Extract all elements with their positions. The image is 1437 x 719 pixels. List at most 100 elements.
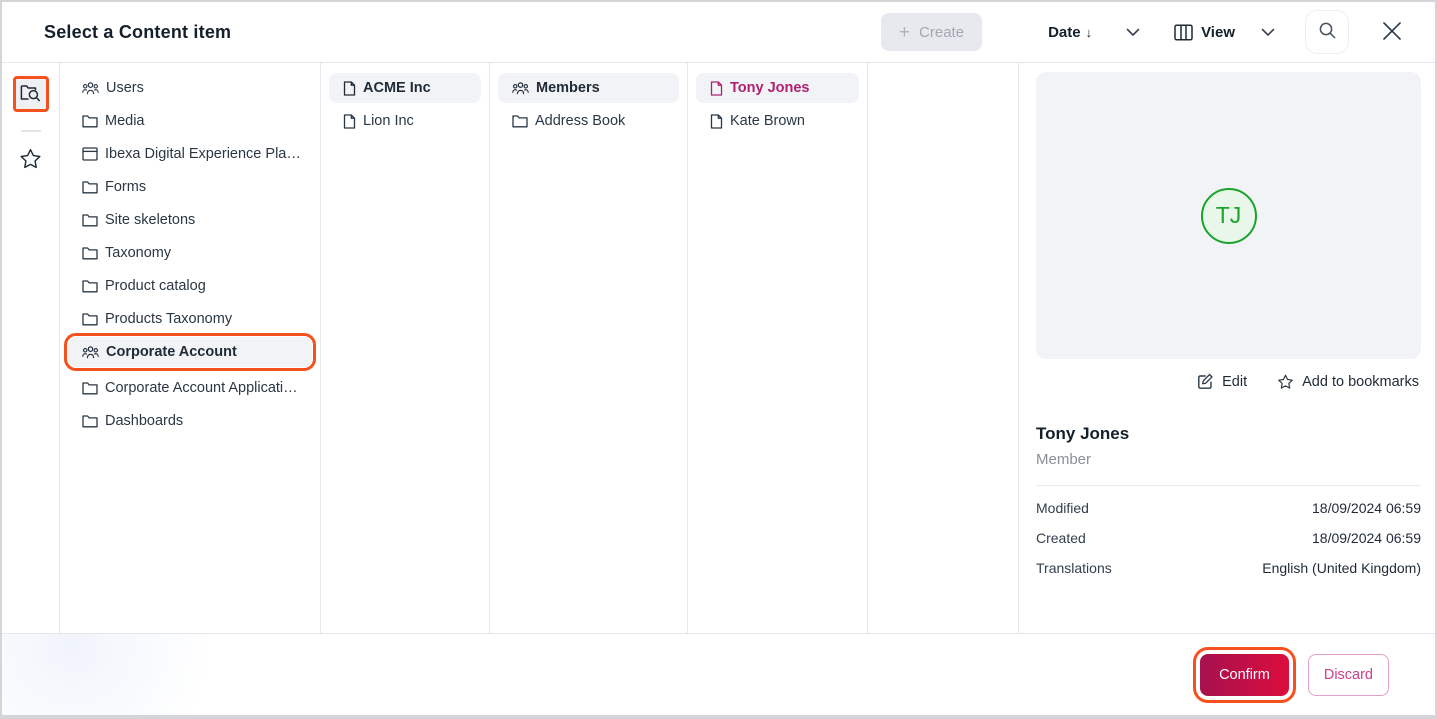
finder-item-label: Forms (105, 179, 146, 195)
preview-panel: TJ Edit Add to bookmarks Tony Jones (1019, 63, 1435, 633)
finder: Users Media Ibexa Digital Experience Platf… (60, 63, 1019, 633)
finder-item-acme-inc[interactable]: ACME Inc (329, 73, 481, 103)
discard-button[interactable]: Discard (1308, 654, 1389, 696)
folder-icon (82, 414, 98, 428)
preview-divider (1036, 485, 1421, 486)
file-icon (343, 114, 356, 129)
finder-column (868, 63, 1019, 633)
finder-item-lion-inc[interactable]: Lion Inc (329, 106, 481, 136)
finder-item-label: Tony Jones (730, 80, 810, 96)
meta-row-translations: TranslationsEnglish (United Kingdom) (1036, 560, 1421, 576)
page-title: Select a Content item (44, 22, 231, 43)
finder-item-site-skeletons[interactable]: Site skeletons (68, 205, 312, 235)
star-icon (1277, 374, 1294, 390)
avatar: TJ (1201, 188, 1257, 244)
modal-header: Select a Content item + Create Date ↓ Vi… (2, 2, 1435, 63)
close-icon (1379, 18, 1405, 47)
plus-icon: + (899, 23, 910, 42)
file-icon (343, 81, 356, 96)
preview-image: TJ (1036, 72, 1421, 359)
create-button-label: Create (919, 24, 964, 41)
finder-item-label: Taxonomy (105, 245, 171, 261)
file-icon (710, 114, 723, 129)
close-button[interactable] (1375, 14, 1409, 51)
finder-item-product-catalog[interactable]: Product catalog (68, 271, 312, 301)
finder-item-dashboards[interactable]: Dashboards (68, 406, 312, 436)
modal-body: Users Media Ibexa Digital Experience Platf… (2, 63, 1435, 633)
users-icon (512, 81, 529, 95)
edit-label: Edit (1222, 374, 1247, 390)
create-button[interactable]: + Create (881, 13, 982, 51)
finder-column: Members Address Book (490, 63, 688, 633)
finder-item-users[interactable]: Users (68, 73, 312, 103)
finder-item-label: Users (106, 80, 144, 96)
finder-item-ibexa-digital-experience-platfor[interactable]: Ibexa Digital Experience Platfor… (68, 139, 312, 169)
finder-item-tony-jones[interactable]: Tony Jones (696, 73, 859, 103)
add-to-bookmarks-label: Add to bookmarks (1302, 374, 1419, 390)
finder-item-taxonomy[interactable]: Taxonomy (68, 238, 312, 268)
finder-item-corporate-account[interactable]: Corporate Account (68, 337, 312, 367)
content-item-title: Tony Jones (1036, 424, 1421, 444)
folder-icon (82, 312, 98, 326)
sort-dropdown[interactable]: Date ↓ (1048, 24, 1140, 41)
finder-column: Tony Jones Kate Brown (688, 63, 868, 633)
confirm-button[interactable]: Confirm (1200, 654, 1289, 696)
finder-item-label: Product catalog (105, 278, 206, 294)
folder-icon (82, 114, 98, 128)
meta-value: 18/09/2024 06:59 (1312, 500, 1421, 516)
content-type-label: Member (1036, 451, 1421, 468)
finder-item-media[interactable]: Media (68, 106, 312, 136)
preview-actions: Edit Add to bookmarks (1036, 373, 1421, 390)
chevron-down-icon (1126, 28, 1140, 37)
folder-icon (82, 180, 98, 194)
finder-item-products-taxonomy[interactable]: Products Taxonomy (68, 304, 312, 334)
finder-item-forms[interactable]: Forms (68, 172, 312, 202)
finder-item-label: ACME Inc (363, 80, 431, 96)
finder-column: Users Media Ibexa Digital Experience Platf… (60, 63, 321, 633)
finder-item-corporate-account-applications[interactable]: Corporate Account Applications (68, 373, 312, 403)
meta-row-modified: Modified 18/09/2024 06:59 (1036, 500, 1421, 516)
finder-item-label: Members (536, 80, 600, 96)
star-icon (19, 148, 42, 173)
edit-button[interactable]: Edit (1197, 373, 1247, 390)
view-label: View (1201, 24, 1235, 41)
columns-view-icon (1174, 24, 1193, 41)
edit-icon (1197, 373, 1214, 390)
select-content-modal: Select a Content item + Create Date ↓ Vi… (0, 0, 1437, 719)
folder-icon (82, 213, 98, 227)
add-to-bookmarks-button[interactable]: Add to bookmarks (1277, 374, 1419, 390)
finder-item-members[interactable]: Members (498, 73, 679, 103)
sort-label: Date (1048, 24, 1081, 41)
meta-row-created: Created18/09/2024 06:59 (1036, 530, 1421, 546)
finder-item-kate-brown[interactable]: Kate Brown (696, 106, 859, 136)
meta-label: Translations (1036, 560, 1112, 576)
finder-item-label: Products Taxonomy (105, 311, 232, 327)
finder-item-label: Corporate Account (106, 344, 237, 360)
sort-direction-arrow: ↓ (1086, 25, 1093, 40)
users-icon (82, 81, 99, 95)
meta-list: Modified18/09/2024 06:59Created18/09/202… (1036, 500, 1421, 576)
chevron-down-icon (1261, 28, 1275, 37)
meta-label: Modified (1036, 500, 1089, 516)
left-rail (2, 63, 60, 633)
meta-value: 18/09/2024 06:59 (1312, 530, 1421, 546)
view-dropdown[interactable]: View (1174, 24, 1275, 41)
browse-icon (20, 83, 41, 105)
finder-item-label: Dashboards (105, 413, 183, 429)
bookmarks-tab-button[interactable] (19, 148, 42, 173)
finder-item-label: Corporate Account Applications (105, 380, 302, 396)
browse-tab-button[interactable] (13, 76, 49, 112)
rail-divider (21, 130, 41, 132)
file-icon (710, 81, 723, 96)
finder-column: ACME Inc Lion Inc (321, 63, 490, 633)
finder-item-label: Kate Brown (730, 113, 805, 129)
folder-icon (82, 381, 98, 395)
users-icon (82, 345, 99, 359)
search-button[interactable] (1305, 10, 1349, 54)
finder-item-label: Ibexa Digital Experience Platfor… (105, 146, 302, 162)
content-icon (82, 147, 98, 161)
folder-icon (82, 279, 98, 293)
finder-item-address-book[interactable]: Address Book (498, 106, 679, 136)
finder-item-label: Address Book (535, 113, 625, 129)
avatar-initials: TJ (1216, 202, 1242, 229)
